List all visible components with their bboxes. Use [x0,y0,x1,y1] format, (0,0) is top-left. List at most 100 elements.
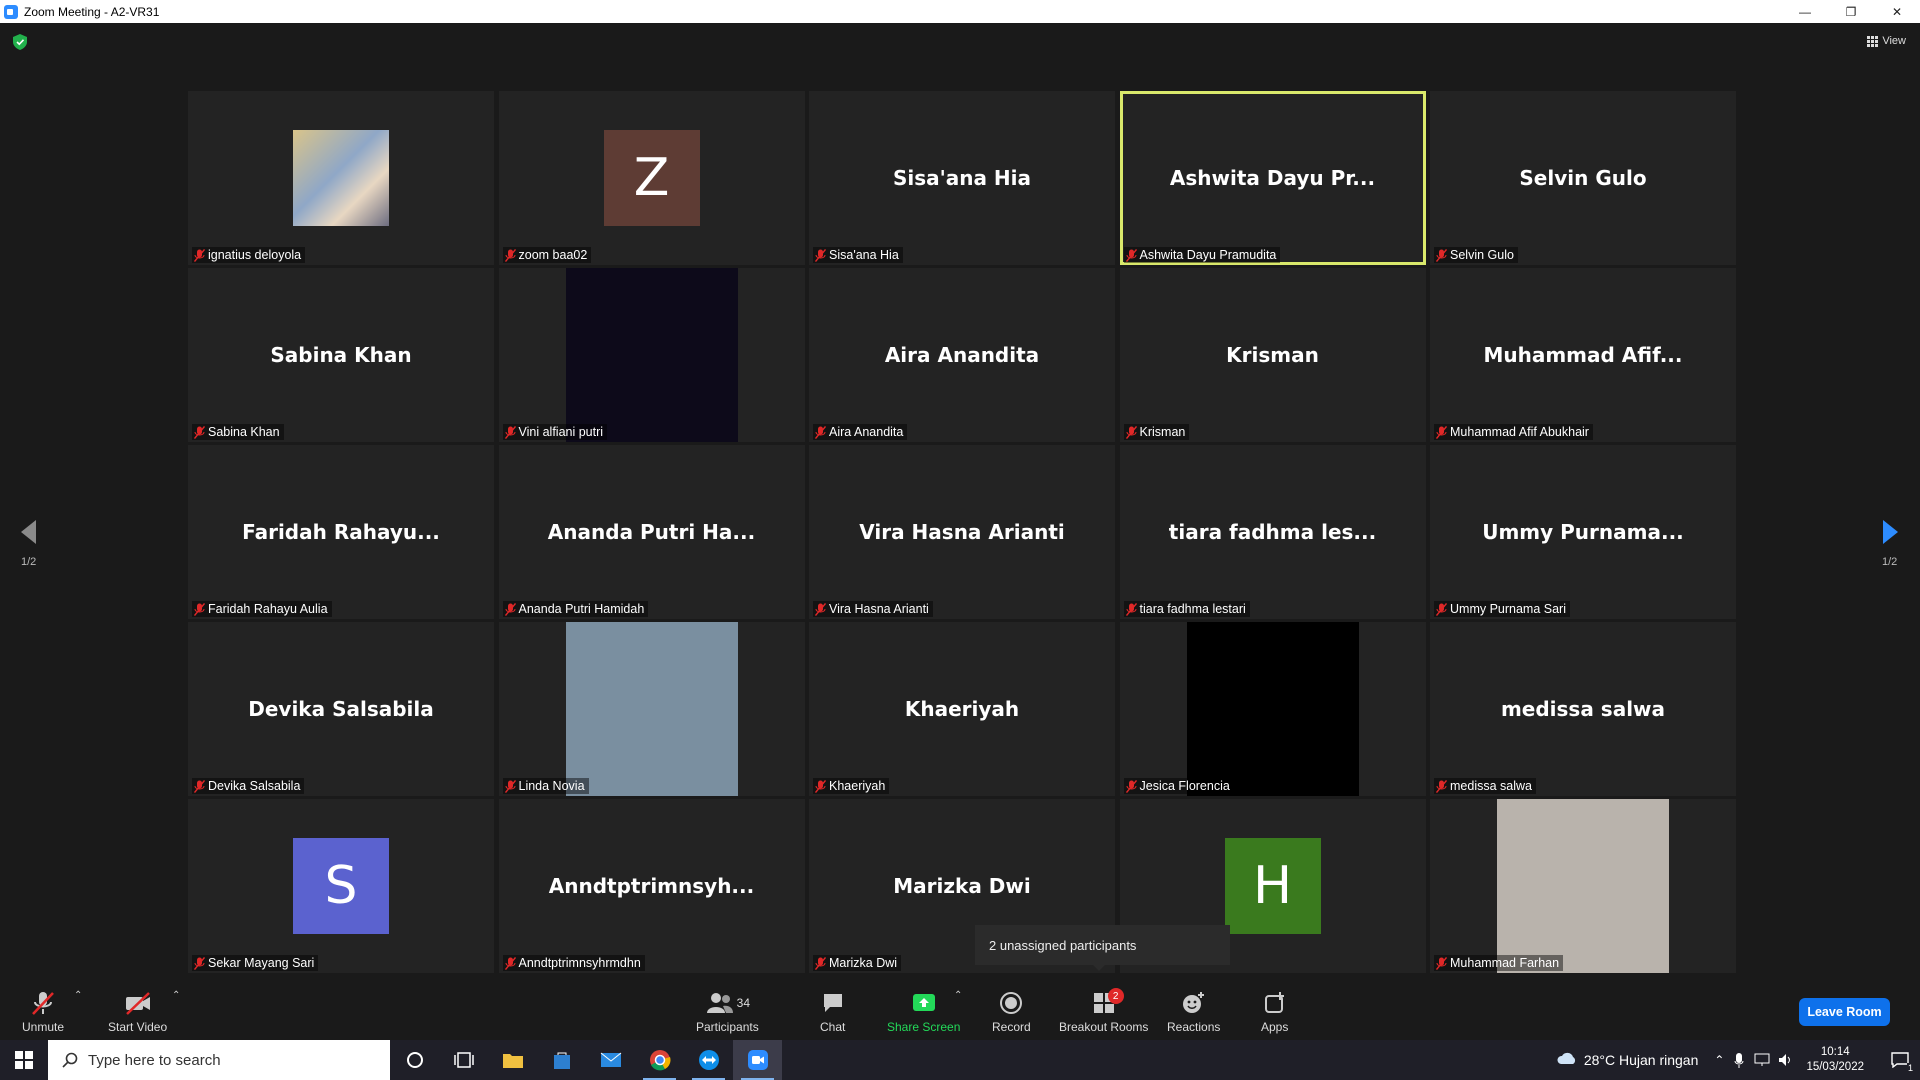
participant-avatar: S [293,838,389,934]
participant-name: Marizka Dwi [829,956,898,970]
participants-button[interactable]: 34 Participants [696,990,759,1034]
participant-tile[interactable]: Sabina Khan Sabina Khan [188,268,494,442]
mic-muted-icon [814,425,827,439]
task-view-icon [453,1052,474,1068]
participant-name: Khaeriyah [829,779,886,793]
start-button[interactable] [0,1040,48,1080]
participant-display-name: Sisa'ana Hia [892,166,1032,190]
participant-video-feed [1497,799,1669,973]
encryption-shield-icon[interactable] [13,34,27,50]
participant-display-name: Ashwita Dayu Pr... [1169,166,1376,190]
teamviewer-button[interactable] [684,1040,733,1080]
next-page-icon[interactable] [1881,518,1901,546]
participant-tile[interactable]: Muhammad Afif... Muhammad Afif Abukhair [1430,268,1736,442]
participant-tile[interactable]: Aira Anandita Aira Anandita [809,268,1115,442]
view-button[interactable]: View [1867,35,1906,47]
participant-tile[interactable]: tiara fadhma les... tiara fadhma lestari [1119,445,1426,619]
participant-name-label: Vira Hasna Arianti [813,601,933,617]
store-button[interactable] [537,1040,586,1080]
volume-icon[interactable] [1778,1053,1794,1067]
reactions-label: Reactions [1167,1020,1221,1034]
participant-name: Devika Salsabila [208,779,301,793]
participant-display-name: medissa salwa [1500,697,1666,721]
participant-tile[interactable]: medissa salwa medissa salwa [1430,622,1736,796]
participant-name: Jesica Florencia [1139,779,1230,793]
start-video-button[interactable]: Start Video [108,990,167,1034]
clock-time: 10:14 [1820,1046,1850,1058]
participant-name-label: Muhammad Farhan [1434,955,1564,971]
weather-rain-icon [1557,1052,1575,1064]
participant-tile[interactable]: Ananda Putri Ha... Ananda Putri Hamidah [498,445,805,619]
record-icon [1000,992,1023,1014]
participant-tile[interactable]: Selvin Gulo Selvin Gulo [1430,91,1736,265]
participant-tile[interactable]: Sisa'ana Hia Sisa'ana Hia [809,91,1115,265]
zoom-taskbar-button[interactable] [733,1040,782,1080]
network-icon[interactable] [1754,1053,1770,1067]
close-button[interactable]: ✕ [1874,0,1920,23]
participant-tile[interactable]: Jesica Florencia [1119,622,1426,796]
participant-name: Sekar Mayang Sari [208,956,315,970]
window-controls: — ❐ ✕ [1782,0,1920,23]
participant-name-label: Linda Novia [502,778,589,794]
participant-video-feed [1186,622,1359,796]
mail-button[interactable] [586,1040,635,1080]
search-icon [62,1052,78,1068]
weather-text[interactable]: 28°C Hujan ringan [1584,1052,1699,1068]
participant-name-label: Anndtptrimnsyhrmdhn [502,955,645,971]
participant-display-name: Vira Hasna Arianti [859,520,1065,544]
taskbar-search-box[interactable]: Type here to search [48,1040,390,1080]
participant-tile[interactable]: Krisman Krisman [1119,268,1426,442]
audio-options-caret[interactable]: ⌃ [74,990,82,1001]
participant-tile[interactable]: S Sekar Mayang Sari [188,799,494,973]
store-icon [553,1052,570,1069]
mic-muted-icon [814,602,827,616]
unassigned-participants-tooltip[interactable]: 2 unassigned participants [975,925,1230,971]
participant-tile[interactable]: Devika Salsabila Devika Salsabila [188,622,494,796]
notification-count: 1 [1906,1063,1914,1073]
breakout-rooms-button[interactable]: 2 Breakout Rooms [1059,988,1148,1034]
previous-page-icon[interactable] [18,518,38,546]
restore-button[interactable]: ❐ [1828,0,1874,23]
chat-button[interactable]: Chat [820,990,845,1034]
share-screen-button[interactable]: Share Screen [887,990,960,1034]
page-indicator-right: 1/2 [1882,556,1898,568]
mic-muted-icon [814,956,827,970]
mic-muted-icon [1125,602,1137,616]
participant-tile[interactable]: Khaeriyah Khaeriyah [809,622,1115,796]
reactions-button[interactable]: Reactions [1167,990,1220,1034]
task-view-button[interactable] [439,1040,488,1080]
mic-muted-icon [193,602,206,616]
participant-display-name: Ananda Putri Ha... [547,520,756,544]
record-button[interactable]: Record [992,990,1031,1034]
file-explorer-button[interactable] [488,1040,537,1080]
participant-tile[interactable]: Muhammad Farhan [1430,799,1736,973]
participant-tile[interactable]: Anndtptrimnsyh... Anndtptrimnsyhrmdhn [498,799,805,973]
taskbar-clock[interactable]: 10:14 15/03/2022 [1806,1045,1864,1075]
apps-button[interactable]: Apps [1261,990,1288,1034]
minimize-button[interactable]: — [1782,0,1828,23]
video-options-caret[interactable]: ⌃ [172,990,180,1001]
action-center-button[interactable]: 1 [1880,1040,1920,1080]
participant-name-label: medissa salwa [1434,778,1536,794]
cortana-button[interactable] [390,1040,439,1080]
participants-count: 34 [736,996,751,1010]
chrome-button[interactable] [635,1040,684,1080]
participant-avatar: H [1224,838,1321,934]
show-hidden-icons-chevron-icon[interactable]: ⌃ [1714,1053,1724,1067]
microphone-icon[interactable] [1734,1052,1744,1068]
participant-tile[interactable]: ignatius deloyola [188,91,494,265]
participant-tile[interactable]: Vini alfiani putri [498,268,805,442]
mic-muted-icon [1125,779,1137,793]
participant-name-label: Marizka Dwi [813,955,902,971]
participant-tile[interactable]: Ashwita Dayu Pr... Ashwita Dayu Pramudita [1119,91,1426,265]
share-options-caret[interactable]: ⌃ [954,990,962,1001]
participant-tile[interactable]: Ummy Purnama... Ummy Purnama Sari [1430,445,1736,619]
participant-name-label: Ananda Putri Hamidah [502,601,649,617]
participant-tile[interactable]: Faridah Rahayu... Faridah Rahayu Aulia [188,445,494,619]
unmute-button[interactable]: Unmute [22,990,64,1034]
leave-room-button[interactable]: Leave Room [1799,998,1890,1026]
participant-tile[interactable]: Linda Novia [498,622,805,796]
participant-name: zoom baa02 [518,248,588,262]
participant-tile[interactable]: Vira Hasna Arianti Vira Hasna Arianti [809,445,1115,619]
participant-tile[interactable]: Zzoom baa02 [498,91,805,265]
